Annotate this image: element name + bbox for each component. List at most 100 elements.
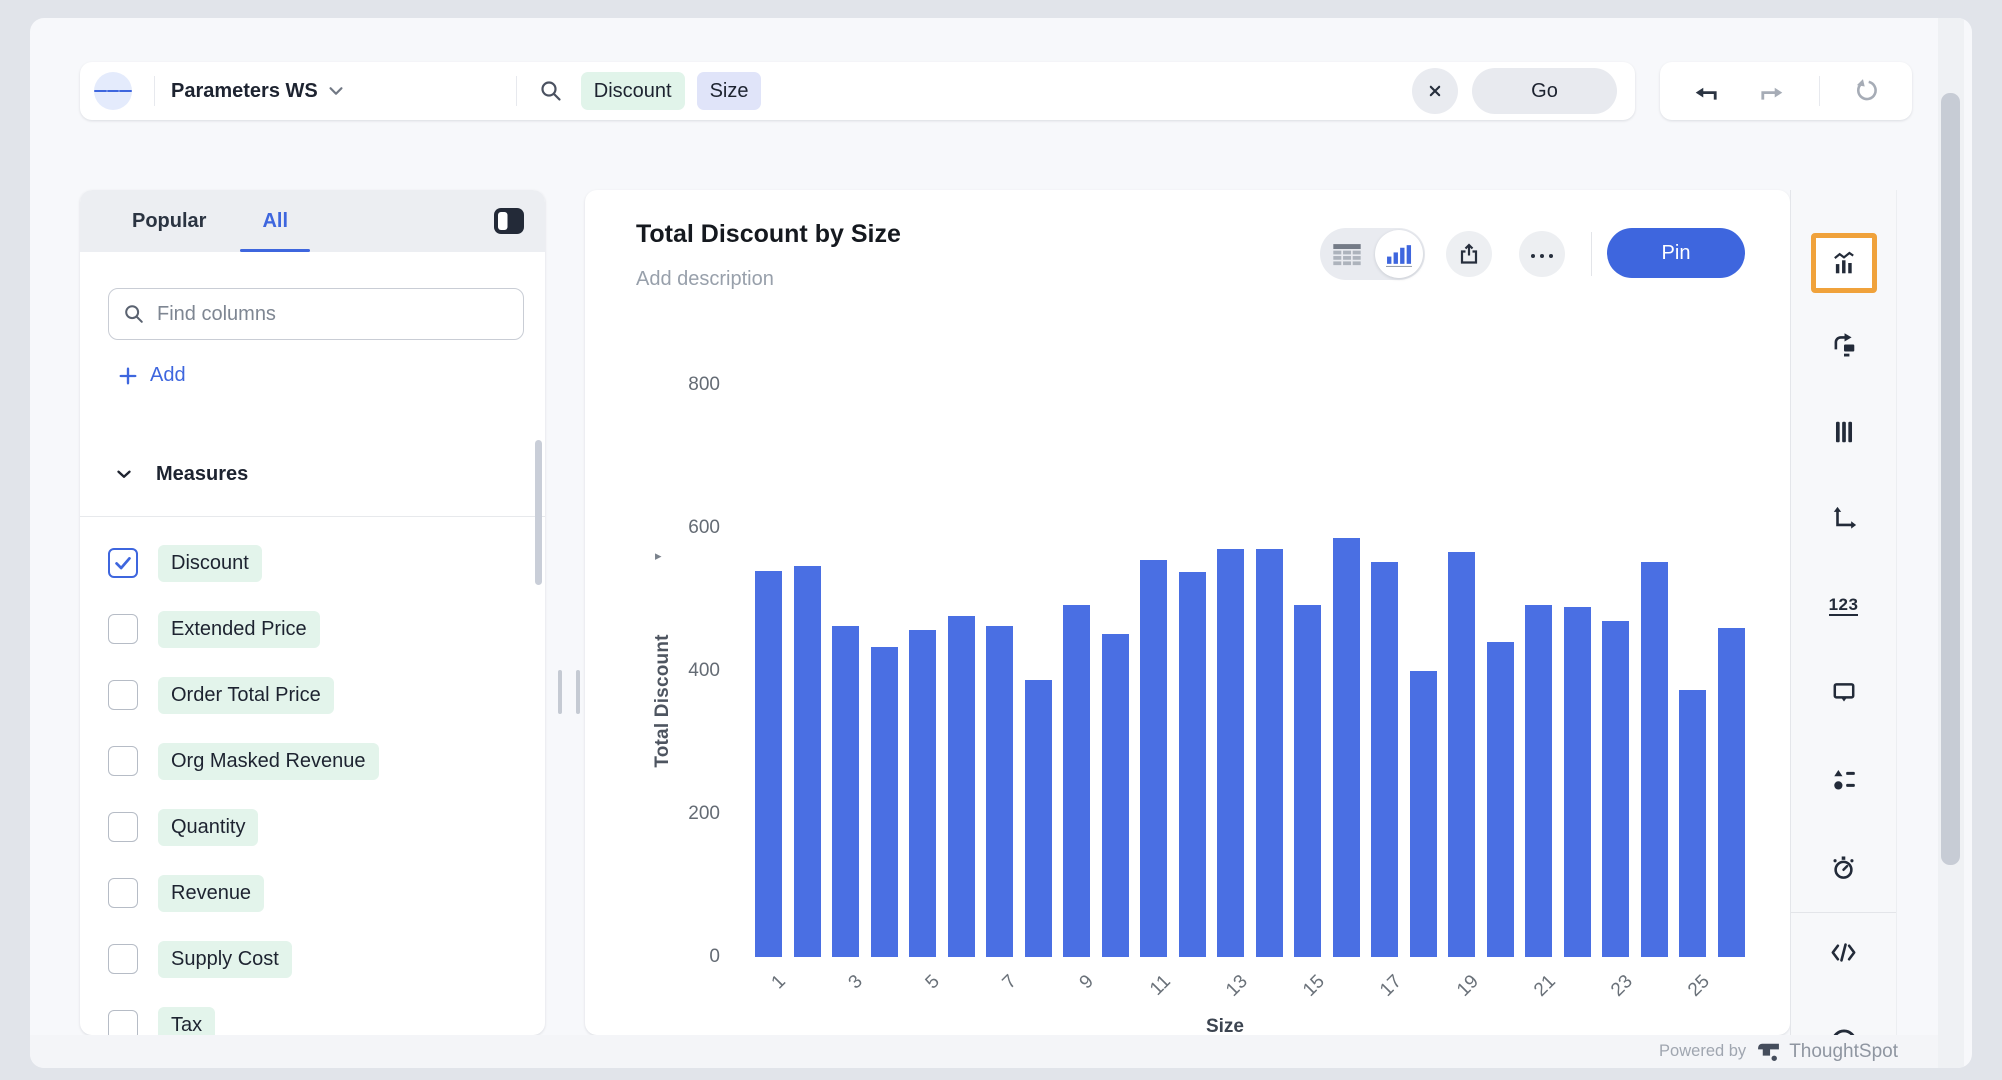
bar-size-13[interactable] — [1217, 549, 1244, 957]
bar-size-1[interactable] — [755, 571, 782, 957]
chevron-down-icon — [114, 464, 134, 484]
go-button[interactable]: Go — [1472, 68, 1617, 114]
tab-all[interactable]: All — [262, 210, 288, 233]
divider — [1791, 912, 1896, 913]
plus-icon — [118, 366, 138, 386]
measure-chip[interactable]: Extended Price — [158, 611, 320, 648]
close-icon — [1425, 81, 1445, 101]
panel-scrollbar-thumb[interactable] — [535, 440, 542, 585]
x-axis-ticks: 135791113151719212325 — [755, 963, 1745, 1023]
bar-size-15[interactable] — [1294, 605, 1321, 957]
collapse-panel-icon[interactable] — [493, 207, 525, 235]
view-toggle — [1320, 228, 1425, 280]
sort-indicator-icon[interactable]: ▸ — [655, 548, 662, 564]
measure-row: Tax — [80, 992, 545, 1035]
axis-settings-icon[interactable] — [1820, 495, 1868, 543]
bar-size-11[interactable] — [1140, 560, 1167, 957]
ellipsis-icon — [1529, 245, 1556, 263]
menu-icon[interactable] — [94, 72, 132, 110]
measure-chip[interactable]: Discount — [158, 545, 262, 582]
checkbox-quantity[interactable] — [108, 812, 138, 842]
bar-size-22[interactable] — [1564, 607, 1591, 957]
answer-panel: Total Discount by Size Add description — [585, 190, 1790, 1035]
checkbox-org-masked-revenue[interactable] — [108, 746, 138, 776]
search-token-size[interactable]: Size — [697, 72, 762, 110]
bar-size-3[interactable] — [832, 626, 859, 957]
panel-resize-handle[interactable] — [558, 670, 580, 716]
search-icon — [123, 303, 145, 325]
bar-size-18[interactable] — [1410, 671, 1437, 957]
measure-chip[interactable]: Quantity — [158, 809, 258, 846]
bar-size-19[interactable] — [1448, 552, 1475, 957]
chart-view-icon[interactable] — [1375, 230, 1423, 278]
divider — [1591, 232, 1592, 276]
measures-section-header[interactable]: Measures — [80, 452, 545, 496]
bar-size-24[interactable] — [1641, 562, 1668, 957]
x-tick-label: 25 — [1684, 971, 1715, 1002]
scrollbar-track — [1938, 18, 1964, 1068]
measure-chip[interactable]: Order Total Price — [158, 677, 334, 714]
bar-size-2[interactable] — [794, 566, 821, 957]
measure-row: Discount — [80, 530, 545, 596]
bar-size-8[interactable] — [1025, 680, 1052, 957]
query-time-icon[interactable] — [1820, 843, 1868, 891]
bar-size-12[interactable] — [1179, 572, 1206, 957]
x-tick-label: 3 — [844, 971, 867, 994]
pin-button[interactable]: Pin — [1607, 228, 1745, 278]
bar-size-14[interactable] — [1256, 549, 1283, 957]
configure-chart-icon[interactable] — [1820, 239, 1868, 287]
legend-settings-icon[interactable] — [1820, 756, 1868, 804]
search-input[interactable]: Discount Size — [517, 72, 1412, 110]
measure-chip[interactable]: Org Masked Revenue — [158, 743, 379, 780]
bar-size-10[interactable] — [1102, 634, 1129, 957]
bar-size-6[interactable] — [948, 616, 975, 957]
checkbox-revenue[interactable] — [108, 878, 138, 908]
x-tick-label: 23 — [1607, 971, 1638, 1002]
checkbox-discount[interactable] — [108, 548, 138, 578]
measure-row: Order Total Price — [80, 662, 545, 728]
workspace-selector[interactable]: Parameters WS — [171, 80, 318, 103]
bar-size-4[interactable] — [871, 647, 898, 957]
checkbox-supply-cost[interactable] — [108, 944, 138, 974]
measures-label: Measures — [156, 463, 248, 486]
clear-search-button[interactable] — [1412, 68, 1458, 114]
bar-size-21[interactable] — [1525, 605, 1552, 957]
measure-chip[interactable]: Supply Cost — [158, 941, 292, 978]
undo-icon[interactable] — [1686, 71, 1726, 111]
measure-chip[interactable]: Tax — [158, 1007, 215, 1036]
share-icon — [1457, 242, 1481, 266]
x-tick-label: 21 — [1530, 971, 1561, 1002]
bar-size-20[interactable] — [1487, 642, 1514, 957]
share-button[interactable] — [1446, 231, 1492, 277]
search-token-discount[interactable]: Discount — [581, 72, 685, 110]
bar-size-5[interactable] — [909, 630, 936, 957]
tooltip-settings-icon[interactable] — [1820, 669, 1868, 717]
bar-size-23[interactable] — [1602, 621, 1629, 957]
bar-size-16[interactable] — [1333, 538, 1360, 957]
checkbox-order-total-price[interactable] — [108, 680, 138, 710]
redo-icon[interactable] — [1752, 71, 1792, 111]
measure-chip[interactable]: Revenue — [158, 875, 264, 912]
more-menu-button[interactable] — [1519, 231, 1565, 277]
number-format-icon[interactable]: 123 — [1820, 582, 1868, 630]
reset-icon[interactable] — [1846, 71, 1886, 111]
table-view-icon[interactable] — [1332, 243, 1362, 266]
x-tick-label: 7 — [998, 971, 1021, 994]
bar-size-9[interactable] — [1063, 605, 1090, 957]
tab-popular[interactable]: Popular — [132, 210, 206, 233]
edit-columns-icon[interactable] — [1820, 408, 1868, 456]
checkbox-tax[interactable] — [108, 1010, 138, 1035]
find-columns-box[interactable] — [108, 288, 524, 340]
chevron-down-icon[interactable] — [326, 81, 346, 101]
scrollbar-thumb[interactable] — [1941, 93, 1960, 865]
x-tick-label: 9 — [1075, 971, 1098, 994]
find-columns-input[interactable] — [157, 303, 509, 326]
bar-size-17[interactable] — [1371, 562, 1398, 957]
bar-size-7[interactable] — [986, 626, 1013, 957]
developer-embed-icon[interactable] — [1820, 928, 1868, 976]
bar-size-25[interactable] — [1679, 690, 1706, 957]
add-column-button[interactable]: Add — [118, 364, 186, 387]
bar-size-26[interactable] — [1718, 628, 1745, 957]
checkbox-extended-price[interactable] — [108, 614, 138, 644]
change-visualization-icon[interactable] — [1820, 321, 1868, 369]
